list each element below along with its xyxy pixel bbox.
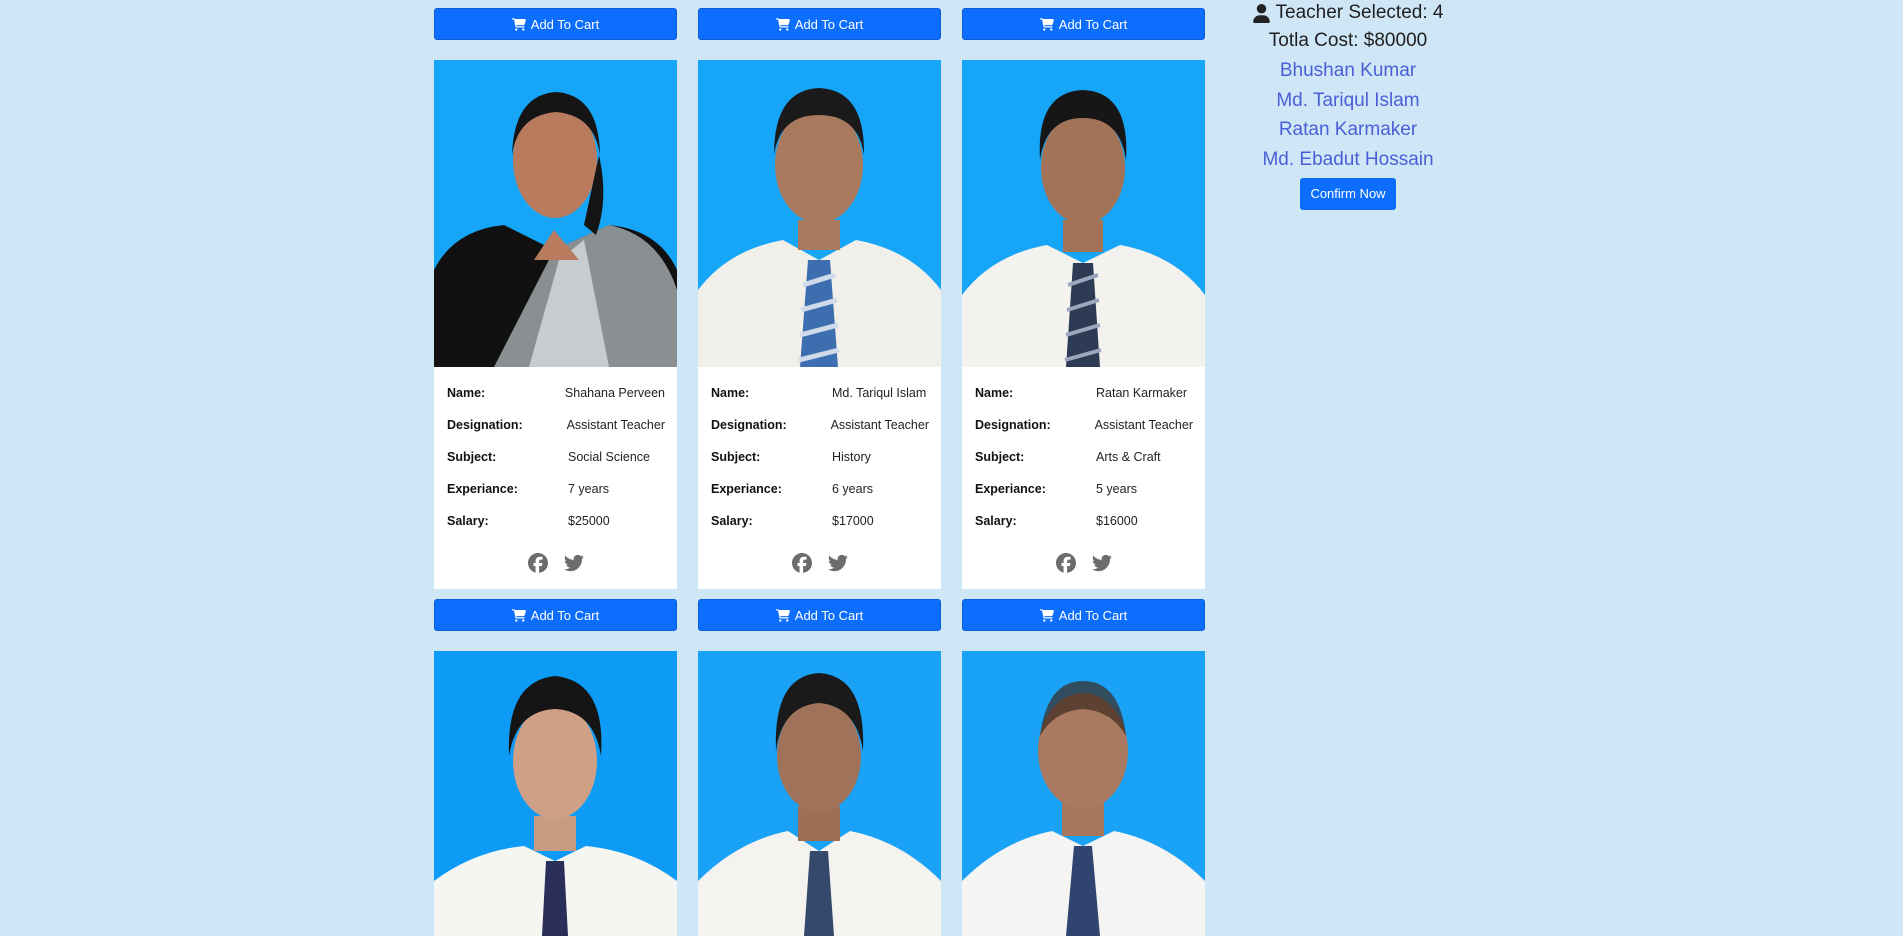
facebook-icon[interactable] bbox=[528, 553, 548, 573]
social-links bbox=[962, 537, 1205, 589]
experience-value: 7 years bbox=[568, 482, 609, 496]
salary-row: Salary: $17000 bbox=[711, 505, 929, 537]
subject-label: Subject: bbox=[975, 450, 1025, 464]
experience-row: Experiance: 7 years bbox=[447, 473, 665, 505]
name-value: Md. Tariqul Islam bbox=[832, 386, 927, 400]
name-label: Name: bbox=[711, 386, 750, 400]
name-label: Name: bbox=[447, 386, 486, 400]
designation-row: Designation: Assistant Teacher bbox=[447, 409, 665, 441]
name-row: Name: Ratan Karmaker bbox=[975, 377, 1193, 409]
add-to-cart-label: Add To Cart bbox=[530, 16, 600, 32]
salary-value: $17000 bbox=[832, 514, 874, 528]
teacher-photo bbox=[698, 60, 941, 367]
teacher-card: Name: Ratan Karmaker Designation: Assistan… bbox=[962, 60, 1205, 589]
shopping-cart-icon bbox=[776, 609, 790, 622]
teacher-card: Name: Shahana Perveen Designation: Assista… bbox=[434, 60, 677, 589]
designation-value: Assistant Teacher bbox=[1094, 418, 1193, 432]
salary-label: Salary: bbox=[975, 514, 1017, 528]
subject-value: History bbox=[832, 450, 871, 464]
add-to-cart-button[interactable]: Add To Cart bbox=[698, 8, 941, 40]
designation-row: Designation: Assistant Teacher bbox=[975, 409, 1193, 441]
add-to-cart-label: Add To Cart bbox=[794, 16, 864, 32]
twitter-icon[interactable] bbox=[564, 553, 584, 573]
total-cost: Totla Cost: $80000 bbox=[1268, 30, 1428, 51]
twitter-icon[interactable] bbox=[1092, 553, 1112, 573]
name-value: Ratan Karmaker bbox=[1096, 386, 1188, 400]
experience-row: Experiance: 6 years bbox=[711, 473, 929, 505]
subject-label: Subject: bbox=[447, 450, 497, 464]
selected-teacher-name: Md. Tariqul Islam bbox=[1276, 89, 1420, 111]
teacher-photo bbox=[434, 60, 677, 367]
teacher-card bbox=[962, 651, 1205, 936]
salary-label: Salary: bbox=[447, 514, 489, 528]
teacher-selected-line: Teacher Selected: 4 bbox=[1210, 0, 1486, 26]
add-to-cart-button[interactable]: Add To Cart bbox=[698, 599, 941, 631]
salary-row: Salary: $25000 bbox=[447, 505, 665, 537]
add-to-cart-label: Add To Cart bbox=[1058, 16, 1128, 32]
subject-row: Subject: Social Science bbox=[447, 441, 665, 473]
social-links bbox=[698, 537, 941, 589]
add-to-cart-label: Add To Cart bbox=[530, 607, 600, 623]
name-row: Name: Md. Tariqul Islam bbox=[711, 377, 929, 409]
teacher-selected-text: Teacher Selected: 4 bbox=[1275, 2, 1444, 23]
name-value: Shahana Perveen bbox=[564, 386, 665, 400]
shopping-cart-icon bbox=[512, 609, 526, 622]
social-links bbox=[434, 537, 677, 589]
salary-value: $25000 bbox=[568, 514, 610, 528]
shopping-cart-icon bbox=[1040, 609, 1054, 622]
subject-row: Subject: History bbox=[711, 441, 929, 473]
designation-label: Designation: bbox=[975, 418, 1051, 432]
teacher-card bbox=[698, 651, 941, 936]
subject-value: Social Science bbox=[568, 450, 650, 464]
add-to-cart-button[interactable]: Add To Cart bbox=[434, 8, 677, 40]
experience-label: Experiance: bbox=[975, 482, 1046, 496]
salary-label: Salary: bbox=[711, 514, 753, 528]
salary-row: Salary: $16000 bbox=[975, 505, 1193, 537]
experience-value: 5 years bbox=[1096, 482, 1137, 496]
teacher-photo bbox=[434, 651, 677, 936]
designation-label: Designation: bbox=[447, 418, 523, 432]
name-row: Name: Shahana Perveen bbox=[447, 377, 665, 409]
experience-value: 6 years bbox=[832, 482, 873, 496]
shopping-cart-icon bbox=[776, 18, 790, 31]
subject-label: Subject: bbox=[711, 450, 761, 464]
twitter-icon[interactable] bbox=[828, 553, 848, 573]
add-to-cart-button[interactable]: Add To Cart bbox=[962, 8, 1205, 40]
add-to-cart-label: Add To Cart bbox=[794, 607, 864, 623]
teacher-photo bbox=[698, 651, 941, 936]
add-to-cart-button[interactable]: Add To Cart bbox=[434, 599, 677, 631]
facebook-icon[interactable] bbox=[1056, 553, 1076, 573]
shopping-cart-icon bbox=[1040, 18, 1054, 31]
cart-summary: Teacher Selected: 4 Totla Cost: $80000 B… bbox=[1210, 0, 1486, 210]
designation-label: Designation: bbox=[711, 418, 787, 432]
salary-value: $16000 bbox=[1096, 514, 1138, 528]
designation-value: Assistant Teacher bbox=[566, 418, 665, 432]
facebook-icon[interactable] bbox=[792, 553, 812, 573]
designation-row: Designation: Assistant Teacher bbox=[711, 409, 929, 441]
selected-teacher-name: Md. Ebadut Hossain bbox=[1262, 148, 1434, 170]
experience-label: Experiance: bbox=[447, 482, 518, 496]
teacher-card: Name: Md. Tariqul Islam Designation: Assis… bbox=[698, 60, 941, 589]
selected-teacher-name: Ratan Karmaker bbox=[1278, 119, 1418, 140]
experience-label: Experiance: bbox=[711, 482, 782, 496]
user-icon bbox=[1252, 3, 1270, 23]
experience-row: Experiance: 5 years bbox=[975, 473, 1193, 505]
subject-value: Arts & Craft bbox=[1096, 450, 1161, 464]
confirm-now-button[interactable]: Confirm Now bbox=[1300, 178, 1396, 210]
designation-value: Assistant Teacher bbox=[830, 418, 929, 432]
add-to-cart-label: Add To Cart bbox=[1058, 607, 1128, 623]
teacher-photo bbox=[962, 60, 1205, 367]
selected-teacher-name: Bhushan Kumar bbox=[1279, 60, 1417, 81]
teacher-photo bbox=[962, 651, 1205, 936]
subject-row: Subject: Arts & Craft bbox=[975, 441, 1193, 473]
add-to-cart-button[interactable]: Add To Cart bbox=[962, 599, 1205, 631]
teacher-card bbox=[434, 651, 677, 936]
shopping-cart-icon bbox=[512, 18, 526, 31]
name-label: Name: bbox=[975, 386, 1014, 400]
